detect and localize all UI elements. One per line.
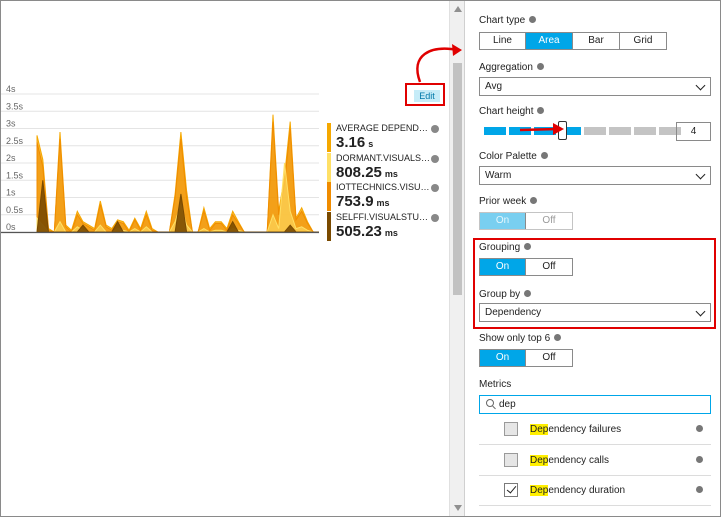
arrowhead-icon (452, 44, 462, 56)
annotation-arrows (416, 44, 564, 135)
arrowhead-icon (553, 123, 564, 135)
annotation-arrow-to-slider (519, 127, 559, 132)
annotation-arrow-to-settings (416, 47, 459, 83)
